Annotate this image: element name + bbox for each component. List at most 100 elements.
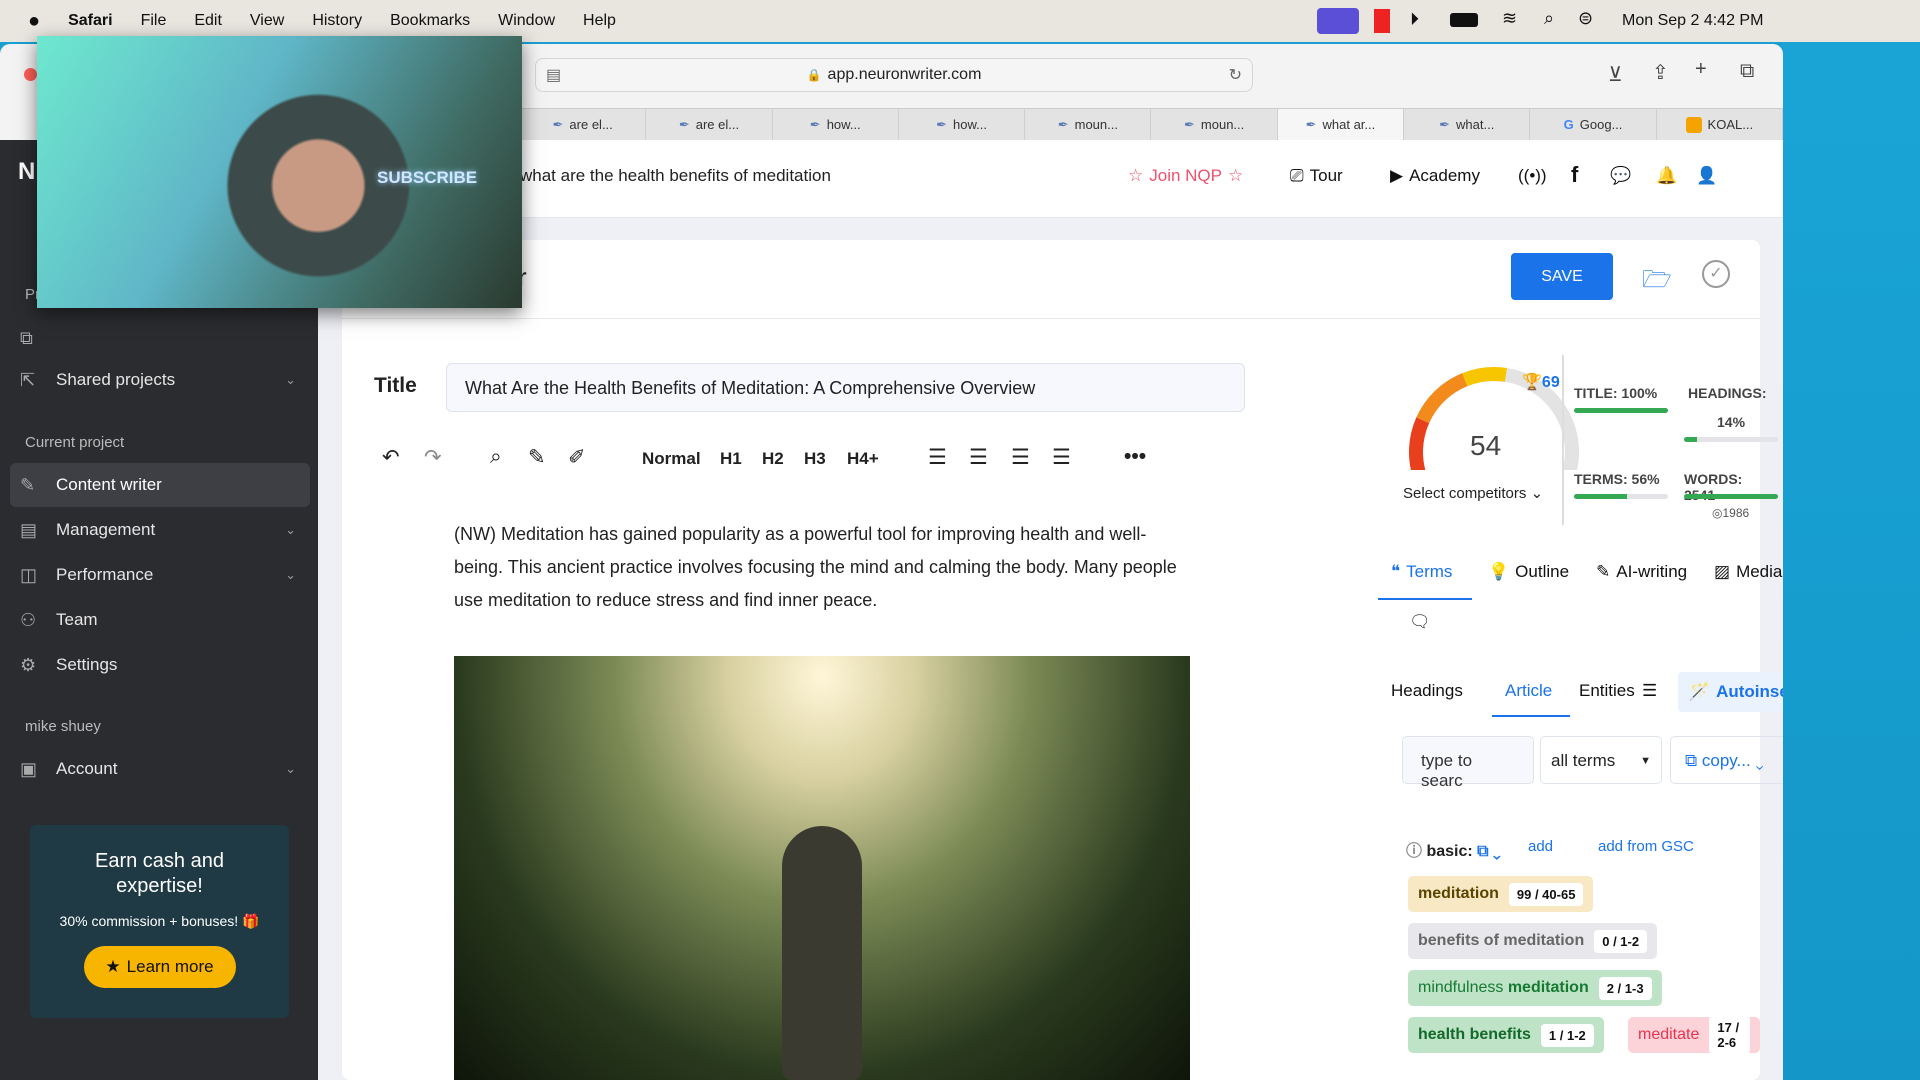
subtab-entities[interactable]: Entities xyxy=(1579,681,1635,701)
tab-media[interactable]: ▨ Media xyxy=(1714,562,1782,582)
redo-icon[interactable]: ↷ xyxy=(424,445,442,470)
align-right-icon[interactable]: ☰ xyxy=(1011,445,1030,470)
format-normal[interactable]: Normal xyxy=(642,449,701,469)
title-score: TITLE: 100% xyxy=(1574,385,1658,401)
chart-icon: ◫ xyxy=(20,564,38,585)
apple-icon[interactable]: ● xyxy=(28,10,40,33)
browser-tab[interactable]: ✒ moun... xyxy=(1151,109,1278,140)
add-term-link[interactable]: add xyxy=(1528,838,1553,855)
justify-icon[interactable]: ☰ xyxy=(1052,445,1071,470)
format-h1[interactable]: H1 xyxy=(720,449,742,469)
sidebar-item-performance[interactable]: ◫ Performance ⌄ xyxy=(10,553,310,597)
menu-file[interactable]: File xyxy=(141,12,167,30)
comments-icon[interactable]: 🗨 xyxy=(1409,612,1431,632)
menu-edit[interactable]: Edit xyxy=(194,12,222,30)
format-h4[interactable]: H4+ xyxy=(847,449,879,469)
sidebar-item-management[interactable]: ▤ Management ⌄ xyxy=(10,508,310,552)
tour-button[interactable]: ⎚ Tour xyxy=(1290,166,1343,186)
term-chip[interactable]: benefits of meditation 0 / 1-2 xyxy=(1408,923,1658,959)
autoinsert-button[interactable]: 🪄Autoinsert xyxy=(1678,672,1783,712)
reload-icon[interactable]: ↻ xyxy=(1229,65,1242,85)
term-chip[interactable]: meditate 17 / 2-6 xyxy=(1628,1016,1760,1054)
save-button[interactable]: SAVE xyxy=(1511,253,1613,300)
learn-more-button[interactable]: ★ Learn more xyxy=(83,946,236,988)
format-h2[interactable]: H2 xyxy=(762,449,784,469)
tab-overview-icon[interactable]: ⧉ xyxy=(1740,60,1754,83)
browser-tab[interactable]: G Goog... xyxy=(1530,109,1657,140)
undo-icon[interactable]: ↶ xyxy=(382,445,400,470)
menu-view[interactable]: View xyxy=(250,12,284,30)
check-icon[interactable]: ✓ xyxy=(1702,260,1730,288)
copy-dropdown[interactable]: ⧉ copy... ⌄ xyxy=(1670,736,1783,784)
subtab-article[interactable]: Article xyxy=(1505,681,1552,701)
term-chip[interactable]: mindfulness meditation 2 / 1-3 xyxy=(1408,970,1662,1006)
term-chip[interactable]: meditation 99 / 40-65 xyxy=(1408,876,1594,912)
address-bar[interactable]: ▤ 🔒 app.neuronwriter.com ↻ xyxy=(535,58,1253,92)
join-nqp-button[interactable]: ☆ Join NQP ☆ xyxy=(1128,166,1243,186)
search-icon[interactable]: ⌕ xyxy=(490,445,502,469)
filter-settings-icon[interactable]: ☰ xyxy=(1642,681,1657,701)
browser-tab-active[interactable]: ✒ what ar... xyxy=(1277,109,1405,140)
download-icon[interactable]: ⊻ xyxy=(1608,62,1623,87)
broadcast-icon[interactable]: ((•)) xyxy=(1518,166,1547,186)
browser-tab[interactable]: ✒ are el... xyxy=(520,109,647,140)
tab-terms[interactable]: ❝ Terms xyxy=(1391,562,1452,582)
chat-icon[interactable]: 💬 xyxy=(1610,166,1631,186)
sidebar-item-settings[interactable]: ⚙ Settings xyxy=(10,643,310,687)
battery-icon[interactable] xyxy=(1450,13,1478,27)
terms-filter-select[interactable]: all terms ▼ xyxy=(1540,736,1662,784)
browser-tab[interactable]: ✒ how... xyxy=(899,109,1026,140)
term-chip[interactable]: health benefits 1 / 1-2 xyxy=(1408,1017,1604,1053)
pen-icon[interactable]: ✐ xyxy=(568,445,586,470)
spotlight-icon[interactable]: ⌕ xyxy=(1544,8,1554,29)
tab-ai-writing[interactable]: ✎ AI-writing xyxy=(1596,562,1687,582)
academy-button[interactable]: ▶ Academy xyxy=(1390,166,1480,186)
bell-icon[interactable]: 🔔 xyxy=(1656,166,1677,186)
facebook-icon[interactable]: f xyxy=(1571,162,1578,188)
wifi-icon[interactable]: ≋ xyxy=(1502,8,1517,29)
info-icon: ⓘ xyxy=(1406,843,1423,860)
play-icon[interactable]: ⏵ xyxy=(1410,9,1419,30)
menu-history[interactable]: History xyxy=(312,12,362,30)
browser-tab[interactable]: ✒ are el... xyxy=(646,109,773,140)
sidebar-item-shared-projects[interactable]: ⇱ Shared projects ⌄ xyxy=(10,358,310,402)
new-tab-icon[interactable]: + xyxy=(1695,58,1707,81)
projects-icon[interactable]: ⧉ xyxy=(20,328,33,349)
add-from-gsc-link[interactable]: add from GSC xyxy=(1598,838,1694,855)
browser-tab[interactable]: ✒ what... xyxy=(1404,109,1531,140)
more-icon[interactable]: ••• xyxy=(1124,445,1146,469)
copy-icon: ⧉ xyxy=(1685,751,1698,770)
tab-outline[interactable]: 💡 Outline xyxy=(1488,562,1569,582)
align-left-icon[interactable]: ☰ xyxy=(928,445,947,470)
user-icon[interactable]: 👤 xyxy=(1696,166,1717,186)
term-search-input[interactable]: type to searc xyxy=(1402,736,1534,790)
close-window-button[interactable] xyxy=(24,68,37,81)
copy-icon[interactable]: ⧉ ⌄ xyxy=(1477,843,1500,860)
menu-window[interactable]: Window xyxy=(498,12,555,30)
folder-icon[interactable]: 🗁 xyxy=(1642,262,1672,303)
select-competitors[interactable]: Select competitors ⌄ xyxy=(1403,484,1543,502)
sidebar-item-account[interactable]: ▣ Account ⌄ xyxy=(10,747,310,791)
highlighter-icon[interactable]: ✎ xyxy=(528,445,546,470)
article-paragraph[interactable]: (NW) Meditation has gained popularity as… xyxy=(454,518,1194,617)
screen-share-icon[interactable] xyxy=(1317,8,1359,34)
reader-icon[interactable]: ▤ xyxy=(546,65,561,85)
menu-bookmarks[interactable]: Bookmarks xyxy=(390,12,470,30)
browser-tab[interactable]: ✒ how... xyxy=(773,109,899,140)
sidebar-item-content-writer[interactable]: ✎ Content writer xyxy=(10,463,310,507)
menu-help[interactable]: Help xyxy=(583,12,616,30)
title-input[interactable]: What Are the Health Benefits of Meditati… xyxy=(446,363,1245,412)
control-center-icon[interactable]: ⊜ xyxy=(1578,8,1593,29)
clock[interactable]: Mon Sep 2 4:42 PM xyxy=(1622,12,1763,30)
align-center-icon[interactable]: ☰ xyxy=(969,445,988,470)
menu-safari[interactable]: Safari xyxy=(68,12,112,30)
google-icon: G xyxy=(1563,117,1574,132)
subtab-headings[interactable]: Headings xyxy=(1391,681,1463,701)
sidebar-item-team[interactable]: ⚇ Team xyxy=(10,598,310,642)
share-icon: ⇱ xyxy=(20,369,36,390)
browser-tab[interactable]: KOAL... xyxy=(1657,109,1783,140)
recorder-icon[interactable] xyxy=(1374,9,1390,33)
format-h3[interactable]: H3 xyxy=(804,449,826,469)
share-icon[interactable]: ⇪ xyxy=(1652,60,1669,85)
browser-tab[interactable]: ✒ moun... xyxy=(1025,109,1152,140)
